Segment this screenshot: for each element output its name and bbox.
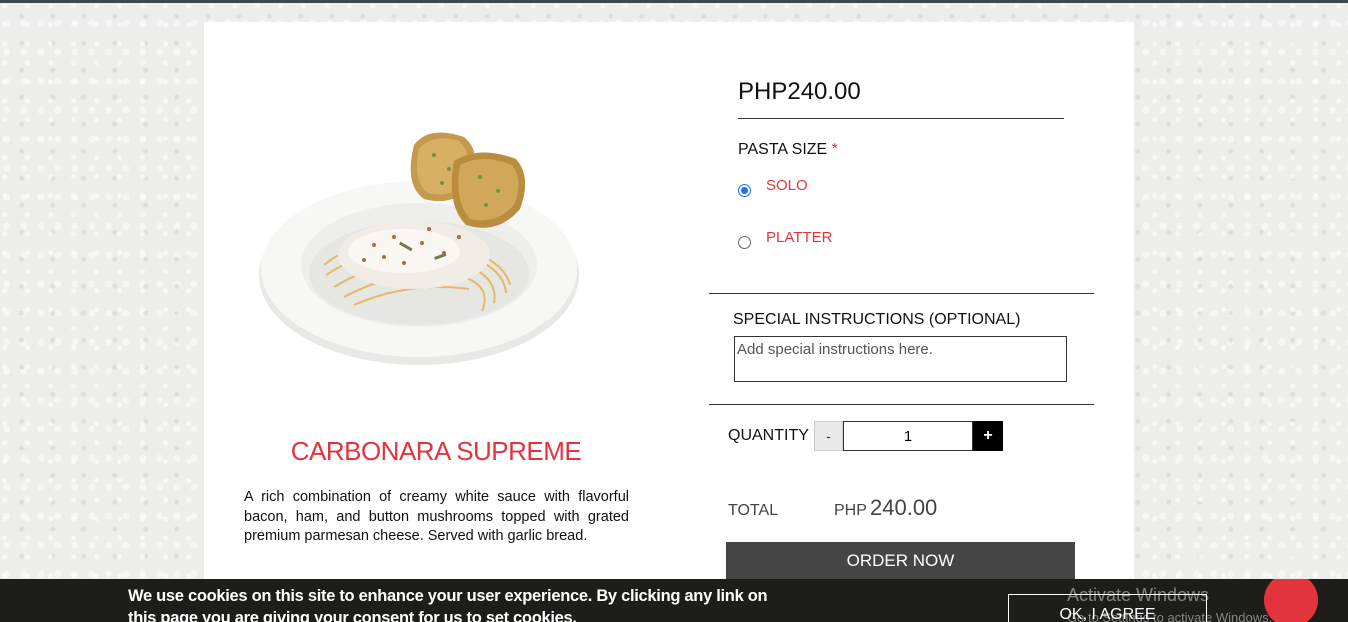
total-amount: 240.00	[870, 495, 938, 520]
divider	[709, 293, 1094, 294]
solo-radio[interactable]	[738, 184, 751, 197]
product-title: CARBONARA SUPREME	[290, 436, 582, 466]
cookie-message: We use cookies on this site to enhance y…	[128, 587, 768, 622]
cookie-banner: We use cookies on this site to enhance y…	[0, 579, 1348, 622]
order-now-button[interactable]: ORDER NOW	[726, 542, 1075, 580]
size-option-label[interactable]: PLATTER	[766, 229, 832, 246]
pasta-size-label: PASTA SIZE *	[738, 141, 838, 159]
product-description: A rich combination of creamy white sauce…	[244, 489, 629, 544]
divider	[709, 404, 1094, 405]
quantity-decrement-button[interactable]: -	[814, 421, 843, 451]
required-mark: *	[831, 141, 838, 158]
special-instructions-label: SPECIAL INSTRUCTIONS (OPTIONAL)	[733, 311, 1021, 328]
pasta-size-label-text: PASTA SIZE	[738, 141, 828, 158]
chat-bubble-icon[interactable]	[1264, 579, 1318, 622]
platter-radio[interactable]	[738, 236, 751, 249]
product-price: PHP240.00	[738, 78, 861, 105]
size-option-label[interactable]: SOLO	[766, 177, 808, 194]
total-currency: PHP	[834, 502, 867, 519]
cookie-agree-button[interactable]: OK, I AGREE	[1008, 594, 1207, 622]
product-image	[259, 132, 579, 365]
quantity-label: QUANTITY	[728, 427, 809, 444]
top-bar	[0, 0, 1348, 3]
total-label: TOTAL	[728, 502, 779, 519]
quantity-input[interactable]	[843, 421, 973, 451]
divider	[738, 118, 1064, 119]
special-instructions-input[interactable]	[734, 336, 1067, 382]
quantity-increment-button[interactable]: +	[973, 421, 1003, 451]
